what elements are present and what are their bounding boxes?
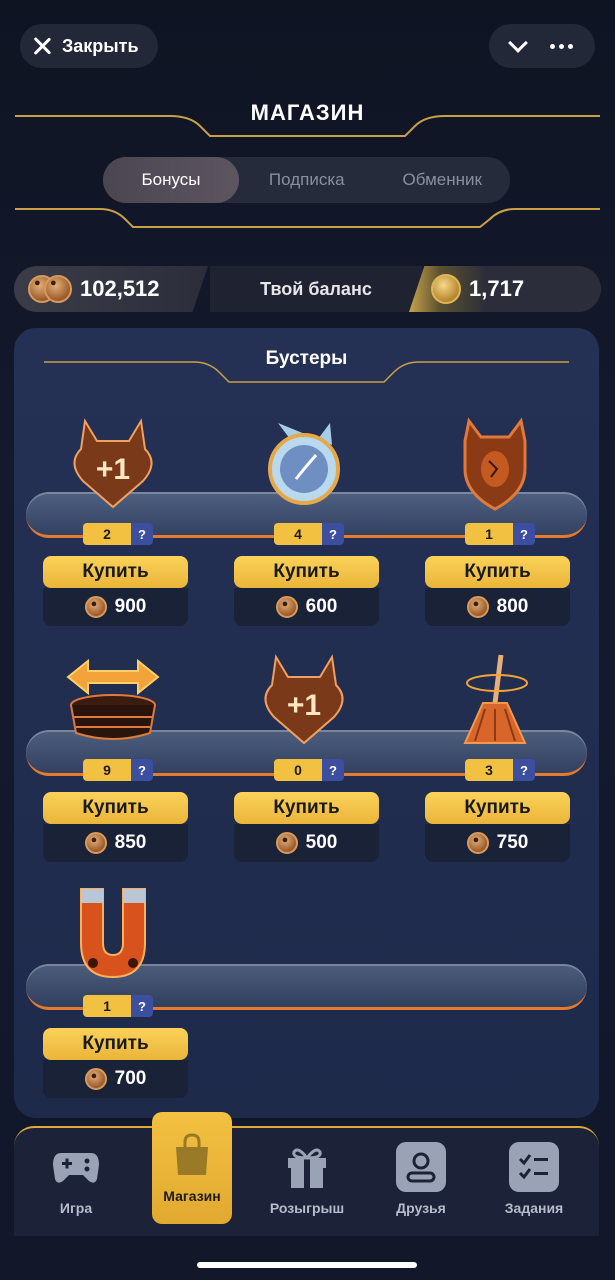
help-icon[interactable]: ? [322, 759, 344, 781]
chevron-down-icon[interactable] [508, 33, 529, 53]
nav-label: Розыгрыш [269, 1200, 345, 1216]
price: 750 [425, 824, 570, 862]
price-value: 850 [114, 832, 147, 853]
booster-item: 1 ? Купить 700 [43, 880, 188, 1110]
count-badge: 1 [465, 523, 513, 545]
booster-item: 1 ? Купить 800 [425, 408, 570, 638]
gamepad-icon [51, 1142, 101, 1192]
close-button[interactable]: Закрыть [20, 24, 158, 68]
heart-plus-one-icon: +1 [58, 408, 168, 513]
help-icon[interactable]: ? [131, 523, 153, 545]
nav-label: Игра [59, 1200, 93, 1216]
buy-button[interactable]: Купить [43, 556, 188, 588]
tab-exchanger[interactable]: Обменник [375, 157, 511, 203]
gift-icon [282, 1142, 332, 1192]
svg-text:+1: +1 [96, 453, 130, 486]
price-value: 700 [114, 1068, 147, 1089]
nav-item-game[interactable]: Игра [26, 1128, 126, 1238]
buy-button[interactable]: Купить [43, 1028, 188, 1060]
count-badge: 3 [465, 759, 513, 781]
broom-icon [440, 644, 550, 749]
buy-button[interactable]: Купить [425, 792, 570, 824]
paw-coin-icon [466, 596, 489, 618]
nav-item-giveaway[interactable]: Розыгрыш [257, 1128, 357, 1238]
price: 700 [43, 1060, 188, 1098]
price: 600 [234, 588, 379, 626]
count-badge: 9 [83, 759, 131, 781]
frozen-clock-icon [249, 408, 359, 513]
balance-bar: 102,512 Твой баланс 1,717 [14, 266, 601, 312]
price: 900 [43, 588, 188, 626]
price: 500 [234, 824, 379, 862]
tab-bar: Бонусы Подписка Обменник [103, 157, 510, 203]
buy-button[interactable]: Купить [43, 792, 188, 824]
buy-button[interactable]: Купить [234, 792, 379, 824]
price: 850 [43, 824, 188, 862]
tab-subscription[interactable]: Подписка [239, 157, 375, 203]
tab-bonuses[interactable]: Бонусы [103, 157, 239, 203]
booster-item: 3 ? Купить 750 [425, 644, 570, 874]
magnet-icon [58, 880, 168, 985]
price: 800 [425, 588, 570, 626]
buy-button[interactable]: Купить [234, 556, 379, 588]
paw-coin-icon [84, 832, 107, 854]
buy-button[interactable]: Купить [425, 556, 570, 588]
paw-coin-icon [84, 1068, 107, 1090]
paw-coins-icon [28, 274, 72, 304]
arrows-basket-icon [58, 644, 168, 749]
paw-balance: 102,512 [14, 266, 208, 312]
close-label: Закрыть [62, 35, 139, 56]
booster-item: +1 0 ? Купить 500 [234, 644, 379, 874]
shield-icon [440, 408, 550, 513]
paw-coin-icon [84, 596, 107, 618]
boosters-panel: Бустеры +1 2 ? Купить 900 [14, 328, 599, 1118]
nav-label: Магазин [163, 1188, 221, 1204]
booster-item: 4 ? Купить 600 [234, 408, 379, 638]
count-badge: 2 [83, 523, 131, 545]
shopping-bag-icon [167, 1130, 217, 1180]
count-badge: 0 [274, 759, 322, 781]
count-badge: 4 [274, 523, 322, 545]
nav-item-tasks[interactable]: Задания [484, 1128, 584, 1238]
nav-item-friends[interactable]: Друзья [371, 1128, 471, 1238]
paw-coin-icon [275, 832, 298, 854]
count-badge: 1 [83, 995, 131, 1017]
more-icon[interactable] [549, 43, 573, 49]
price-value: 500 [305, 832, 338, 853]
title-frame-bottom [15, 208, 600, 228]
price-value: 750 [496, 832, 529, 853]
help-icon[interactable]: ? [131, 759, 153, 781]
close-icon [32, 36, 52, 56]
price-value: 800 [496, 596, 529, 617]
paw-balance-value: 102,512 [80, 276, 160, 301]
help-icon[interactable]: ? [513, 759, 535, 781]
nav-item-shop[interactable]: Магазин [152, 1112, 232, 1224]
gold-coin-icon [431, 274, 461, 304]
help-icon[interactable]: ? [131, 995, 153, 1017]
gold-balance: 1,717 [409, 266, 601, 312]
gold-balance-value: 1,717 [469, 276, 525, 301]
top-bar: Закрыть [20, 24, 595, 68]
menu-pill [489, 24, 595, 68]
paw-coin-icon [275, 596, 298, 618]
boosters-title: Бустеры [265, 348, 348, 369]
help-icon[interactable]: ? [513, 523, 535, 545]
help-icon[interactable]: ? [322, 523, 344, 545]
booster-item: +1 2 ? Купить 900 [43, 408, 188, 638]
bottom-nav: Игра Магазин Розыгрыш Друзья Задания [14, 1112, 599, 1238]
booster-item: 9 ? Купить 850 [43, 644, 188, 874]
user-icon [396, 1142, 446, 1192]
page-title: МАГАЗИН [250, 100, 365, 125]
checklist-icon [509, 1142, 559, 1192]
paw-coin-icon [466, 832, 489, 854]
svg-text:+1: +1 [287, 689, 321, 722]
heart-plus-one-icon: +1 [249, 644, 359, 749]
price-value: 900 [114, 596, 147, 617]
home-indicator [197, 1262, 417, 1268]
balance-label: Твой баланс [210, 266, 422, 312]
price-value: 600 [305, 596, 338, 617]
nav-label: Задания [504, 1200, 564, 1216]
nav-label: Друзья [396, 1200, 446, 1216]
